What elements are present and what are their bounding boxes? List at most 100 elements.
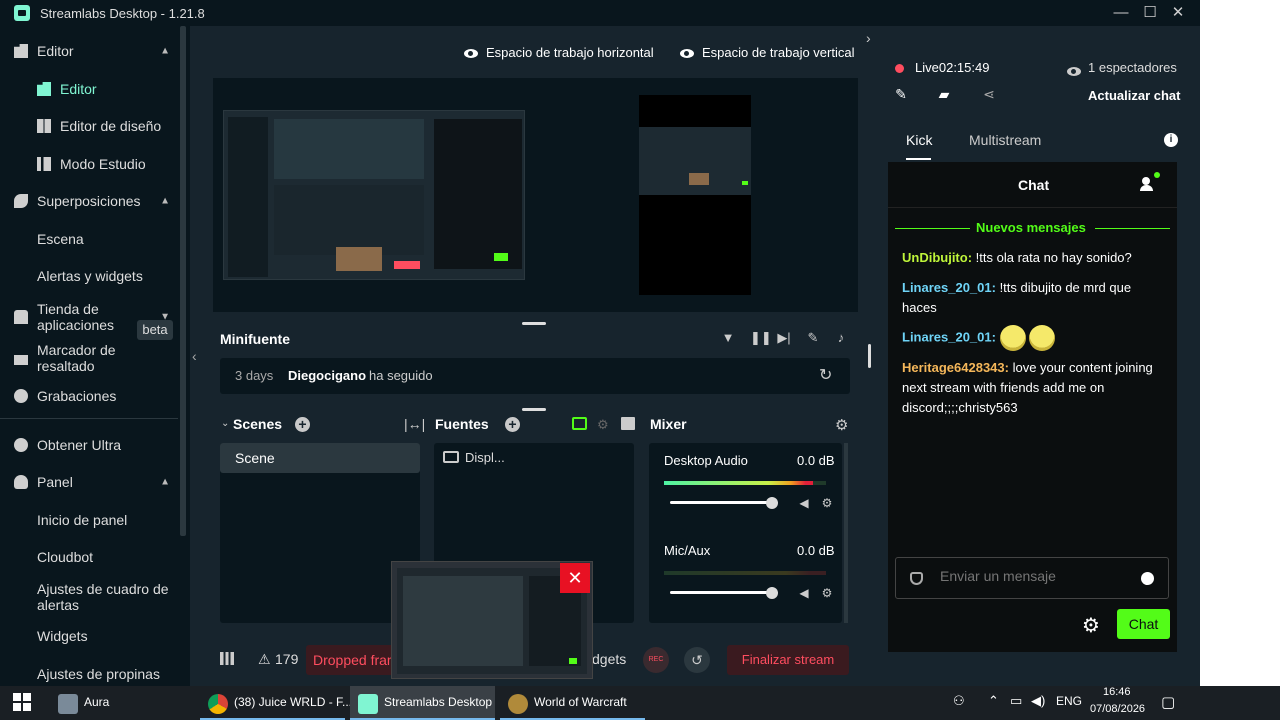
live-indicator [895, 64, 904, 73]
taskbar-item-streamlabs[interactable]: Streamlabs Desktop [350, 686, 495, 720]
sidebar-item-studio-mode[interactable]: Modo Estudio [0, 146, 178, 182]
notifications-icon[interactable]: ▢ [1161, 693, 1175, 711]
chat-message-input[interactable] [940, 568, 1130, 584]
clock-time[interactable]: 16:46 [1103, 686, 1131, 698]
resize-handle[interactable] [522, 408, 546, 411]
sidebar-item-scene[interactable]: Escena [0, 221, 178, 257]
update-chat-button[interactable]: Actualizar chat [1088, 88, 1180, 103]
sidebar-item-dashboard[interactable]: Panel ▲ [0, 464, 178, 500]
pause-icon[interactable]: ❚❚ [750, 331, 772, 345]
mixer-settings-icon[interactable]: ⚙ [835, 416, 848, 434]
show-hidden-icons-icon[interactable]: ⌃ [988, 693, 999, 709]
edit-stream-info-icon[interactable]: ✎ [893, 86, 909, 102]
language-indicator[interactable]: ENG [1056, 694, 1082, 708]
chat-username[interactable]: Heritage6428343: [902, 360, 1009, 375]
vertical-preview[interactable] [639, 95, 751, 295]
horizontal-workspace-label: Espacio de trabajo horizontal [486, 45, 654, 60]
repeat-alert-icon[interactable]: ↻ [819, 365, 832, 385]
sidebar-scrollbar[interactable] [180, 26, 186, 536]
emoji-icon[interactable] [1141, 572, 1154, 585]
volume-slider[interactable] [670, 501, 775, 504]
chat-username[interactable]: Linares_20_01: [902, 329, 996, 344]
add-scene-button[interactable]: + [295, 417, 310, 432]
volume-icon[interactable]: ♪ [834, 331, 848, 345]
close-button[interactable]: ✕ [1167, 3, 1189, 23]
network-icon[interactable]: ▭ [1010, 693, 1022, 709]
sidebar-item-layout-editor[interactable]: Editor de diseño [0, 108, 178, 144]
speaker-icon[interactable]: ◀ [798, 497, 810, 509]
collapse-chat-icon[interactable]: › [866, 30, 871, 46]
collapse-sidebar-icon[interactable]: ‹ [192, 348, 197, 364]
resize-handle[interactable] [522, 322, 546, 325]
chevron-down-icon[interactable]: ⌄ [221, 418, 229, 429]
clip-camera-icon[interactable]: ▰ [936, 86, 952, 102]
send-chat-button[interactable]: Chat [1117, 609, 1170, 639]
chat-message-box[interactable] [895, 557, 1169, 599]
chat-header-title: Chat [1018, 177, 1050, 193]
sidebar-item-alertbox-settings[interactable]: Ajustes de cuadro de alertas [0, 577, 178, 617]
gear-icon[interactable]: ⚙ [821, 587, 833, 599]
sidebar-item-editor-group[interactable]: Editor ▲ [0, 33, 178, 69]
chevron-up-icon[interactable]: ▲ [160, 477, 170, 488]
sidebar-item-widgets[interactable]: Widgets [0, 618, 178, 654]
taskbar-item-wow[interactable]: World of Warcraft [500, 686, 645, 720]
sidebar-item-editor[interactable]: Editor [0, 71, 178, 107]
sidebar-item-highlighter[interactable]: Marcador de resaltado [0, 338, 178, 378]
vertical-workspace-toggle[interactable]: Espacio de trabajo vertical [680, 45, 854, 60]
filter-icon[interactable]: ▼ [721, 331, 735, 345]
chat-settings-icon[interactable]: ⚙ [1082, 613, 1100, 638]
sidebar-item-overlays[interactable]: Superposiciones ▲ [0, 183, 178, 219]
windows-start-icon[interactable] [13, 693, 31, 711]
record-button[interactable]: REC [643, 647, 669, 673]
mixer-panel [649, 443, 842, 623]
test-widgets-button[interactable]: dgets [592, 651, 626, 667]
tab-multistream[interactable]: Multistream [969, 132, 1041, 148]
chevron-up-icon[interactable]: ▲ [160, 196, 170, 207]
sidebar-item-alerts-widgets[interactable]: Alertas y widgets [0, 258, 178, 294]
volume-slider[interactable] [670, 591, 775, 594]
streamlabs-logo-icon [358, 694, 378, 714]
sidebar-item-dashboard-home[interactable]: Inicio de panel [0, 502, 178, 538]
scene-transitions-icon[interactable]: |↔| [404, 416, 425, 432]
tab-kick[interactable]: Kick [906, 132, 932, 148]
source-selector-icon[interactable] [572, 417, 587, 430]
skip-icon[interactable]: ▶| [777, 331, 791, 345]
horizontal-preview[interactable] [223, 110, 525, 280]
share-icon[interactable]: ⋖ [981, 86, 997, 102]
source-item-label[interactable]: Displ... [465, 450, 505, 465]
info-icon[interactable]: i [1164, 133, 1178, 147]
taskbar-item-aura[interactable]: Aura [50, 686, 195, 720]
thumbnail-close-button[interactable]: ✕ [560, 563, 590, 593]
end-stream-button[interactable]: Finalizar stream [727, 645, 849, 675]
maximize-button[interactable]: ☐ [1139, 3, 1161, 23]
source-settings-icon[interactable]: ⚙ [597, 417, 609, 433]
scroll-handle[interactable] [868, 344, 871, 368]
sidebar-item-label: Superposiciones [37, 193, 141, 209]
minimize-button[interactable]: — [1110, 3, 1132, 23]
volume-slider-knob[interactable] [766, 587, 778, 599]
performance-stats-icon[interactable] [220, 652, 234, 665]
thumbnail-preview[interactable] [397, 568, 587, 674]
taskbar-item-chrome[interactable]: (38) Juice WRLD - F... [200, 686, 352, 720]
mute-alerts-icon[interactable]: ✎ [806, 331, 820, 345]
chevron-up-icon[interactable]: ▲ [160, 46, 170, 57]
gear-icon[interactable]: ⚙ [821, 497, 833, 509]
chat-users-icon[interactable] [1140, 172, 1160, 193]
horizontal-workspace-toggle[interactable]: Espacio de trabajo horizontal [464, 45, 654, 60]
folder-icon[interactable] [621, 417, 635, 430]
chat-message: Linares_20_01: !tts dibujito de mrd que … [902, 278, 1167, 318]
chat-username[interactable]: UnDibujito: [902, 250, 972, 265]
sidebar-item-recordings[interactable]: Grabaciones [0, 378, 178, 414]
clock-date[interactable]: 07/08/2026 [1090, 703, 1145, 715]
chat-username[interactable]: Linares_20_01: [902, 280, 996, 295]
sidebar-item-cloudbot[interactable]: Cloudbot [0, 539, 178, 575]
sidebar-item-get-ultra[interactable]: Obtener Ultra [0, 427, 178, 463]
mixer-scrollbar[interactable] [844, 443, 848, 623]
replay-buffer-button[interactable]: ↺ [684, 647, 710, 673]
volume-icon[interactable]: ◀) [1031, 693, 1045, 709]
store-icon [14, 310, 28, 324]
add-source-button[interactable]: + [505, 417, 520, 432]
speaker-icon[interactable]: ◀ [798, 587, 810, 599]
people-icon[interactable]: ⚇ [953, 693, 965, 709]
volume-slider-knob[interactable] [766, 497, 778, 509]
